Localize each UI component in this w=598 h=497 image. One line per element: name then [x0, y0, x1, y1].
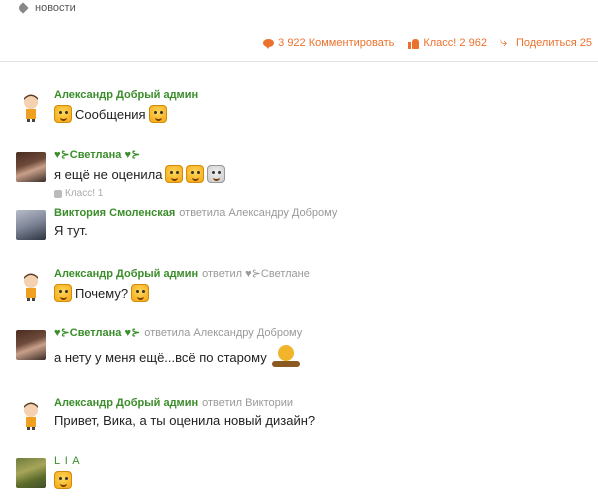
- post-actions: 3 922 Комментировать Класс! 2 962 Подели…: [263, 35, 592, 50]
- comment-author[interactable]: ♥⊱Светлана ♥⊱: [54, 327, 140, 339]
- comment-author[interactable]: Александр Добрый админ: [54, 268, 198, 280]
- comment-text: Почему?: [75, 285, 129, 301]
- cartoon-avatar-icon: [24, 273, 38, 301]
- comment-author[interactable]: Виктория Смоленская: [54, 207, 175, 219]
- tag-icon: [18, 3, 29, 14]
- comment-item: Александр Добрый админ ответил Виктории П…: [16, 397, 586, 452]
- smiley-icon: [54, 471, 72, 489]
- comment-item: Александр Добрый админ Сообщения: [16, 89, 586, 144]
- comment-text: а нету у меня ещё...всё по старому: [54, 349, 267, 365]
- reply-to[interactable]: ответила Александру Доброму: [179, 207, 337, 219]
- comment-item: Александр Добрый админ ответил ♥⊱Светлане…: [16, 268, 586, 323]
- news-tag[interactable]: новости: [18, 2, 76, 14]
- comment-text: Я тут.: [54, 223, 88, 238]
- smiley-icon: [186, 165, 205, 183]
- comment-like-label: Класс! 1: [65, 188, 104, 199]
- like-button[interactable]: Класс! 2 962: [408, 37, 487, 49]
- comment-button[interactable]: 3 922 Комментировать: [263, 37, 394, 49]
- smiley-icon: [54, 105, 72, 123]
- reply-to[interactable]: ответила Александру Доброму: [144, 327, 302, 339]
- comment-author[interactable]: Александр Добрый админ: [54, 89, 198, 101]
- comment-item: L I A: [16, 455, 586, 497]
- cartoon-avatar-icon: [24, 94, 38, 122]
- smiley-icon: [131, 284, 150, 302]
- divider: [0, 61, 598, 62]
- cartoon-avatar-icon: [24, 402, 38, 430]
- avatar[interactable]: [16, 271, 46, 301]
- bird-smiley-icon: [270, 343, 304, 371]
- avatar[interactable]: [16, 458, 46, 488]
- comment-text: Сообщения: [75, 106, 146, 122]
- comment-item: ♥⊱Светлана ♥⊱ ответила Александру Доброму…: [16, 327, 586, 382]
- share-button[interactable]: Поделиться 25: [500, 35, 592, 50]
- smiley-icon: [148, 105, 167, 123]
- comment-author[interactable]: ♥⊱Светлана ♥⊱: [54, 149, 140, 161]
- like-icon: [54, 189, 62, 198]
- comment-text: я ещё не оценила: [54, 166, 163, 182]
- share-icon: [500, 35, 512, 49]
- comment-like[interactable]: Класс! 1: [54, 188, 225, 199]
- reply-to[interactable]: ответил Виктории: [202, 397, 293, 409]
- like-icon: [408, 38, 420, 49]
- avatar[interactable]: [16, 400, 46, 430]
- comment-item: Виктория Смоленская ответила Александру Д…: [16, 207, 586, 262]
- comment-author[interactable]: L I A: [54, 455, 81, 467]
- smiley-icon: [165, 165, 184, 183]
- tag-label: новости: [35, 2, 76, 14]
- grin-smiley-icon: [207, 165, 226, 183]
- avatar[interactable]: [16, 210, 46, 240]
- reply-to[interactable]: ответил ♥⊱Светлане: [202, 268, 310, 280]
- comment-author[interactable]: Александр Добрый админ: [54, 397, 198, 409]
- comment-label: 3 922 Комментировать: [278, 37, 395, 49]
- comment-text: Привет, Вика, а ты оценила новый дизайн?: [54, 413, 316, 428]
- smiley-icon: [54, 284, 72, 302]
- like-label: Класс! 2 962: [423, 37, 487, 49]
- comment-item: ♥⊱Светлана ♥⊱ я ещё не оценила Класс! 1: [16, 149, 586, 204]
- comment-icon: [263, 38, 275, 49]
- avatar[interactable]: [16, 92, 46, 122]
- avatar[interactable]: [16, 330, 46, 360]
- share-label: Поделиться 25: [515, 37, 592, 49]
- avatar[interactable]: [16, 152, 46, 182]
